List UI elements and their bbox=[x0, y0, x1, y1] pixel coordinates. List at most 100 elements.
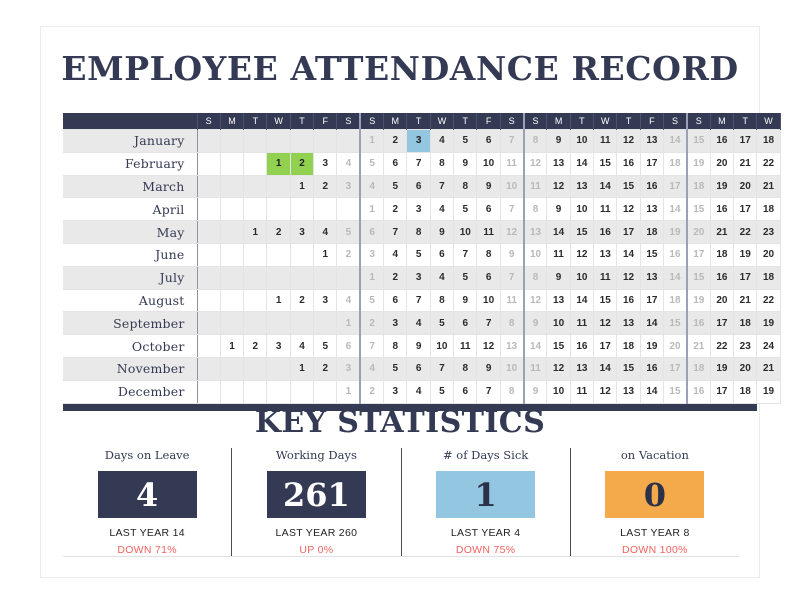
calendar-day-cell[interactable]: 15 bbox=[616, 174, 641, 199]
calendar-day-cell[interactable] bbox=[196, 242, 221, 267]
calendar-day-cell[interactable]: 15 bbox=[593, 151, 618, 176]
calendar-day-cell[interactable]: 18 bbox=[685, 356, 711, 381]
calendar-day-cell[interactable] bbox=[219, 151, 245, 176]
calendar-day-cell[interactable]: 3 bbox=[406, 129, 431, 153]
calendar-day-cell[interactable]: 14 bbox=[639, 311, 665, 336]
calendar-day-cell[interactable]: 18 bbox=[709, 242, 735, 267]
calendar-day-cell[interactable]: 3 bbox=[336, 356, 361, 381]
calendar-day-cell[interactable] bbox=[336, 197, 361, 222]
calendar-day-cell[interactable]: 7 bbox=[499, 197, 525, 222]
calendar-day-cell[interactable]: 12 bbox=[593, 379, 618, 404]
calendar-day-cell[interactable]: 8 bbox=[429, 151, 455, 176]
calendar-day-cell[interactable]: 8 bbox=[522, 129, 548, 153]
calendar-day-cell[interactable] bbox=[196, 379, 221, 404]
calendar-day-cell[interactable]: 21 bbox=[756, 174, 781, 199]
calendar-day-cell[interactable] bbox=[266, 311, 291, 336]
calendar-day-cell[interactable]: 8 bbox=[406, 220, 431, 244]
calendar-day-cell[interactable]: 12 bbox=[522, 151, 548, 176]
calendar-day-cell[interactable]: 5 bbox=[383, 174, 408, 199]
calendar-day-cell[interactable] bbox=[289, 265, 315, 290]
calendar-day-cell[interactable]: 9 bbox=[406, 334, 431, 358]
calendar-day-cell[interactable]: 12 bbox=[616, 197, 641, 222]
calendar-day-cell[interactable]: 1 bbox=[266, 151, 291, 176]
calendar-day-cell[interactable]: 20 bbox=[733, 356, 758, 381]
calendar-day-cell[interactable]: 17 bbox=[733, 197, 758, 222]
calendar-day-cell[interactable]: 18 bbox=[733, 311, 758, 336]
calendar-day-cell[interactable] bbox=[219, 356, 245, 381]
calendar-day-cell[interactable]: 14 bbox=[593, 356, 618, 381]
calendar-day-cell[interactable]: 1 bbox=[359, 197, 385, 222]
calendar-day-cell[interactable]: 6 bbox=[336, 334, 361, 358]
calendar-day-cell[interactable] bbox=[219, 129, 245, 153]
calendar-day-cell[interactable] bbox=[313, 197, 338, 222]
calendar-day-cell[interactable]: 6 bbox=[406, 356, 431, 381]
calendar-day-cell[interactable]: 17 bbox=[639, 151, 665, 176]
calendar-day-cell[interactable]: 5 bbox=[336, 220, 361, 244]
calendar-day-cell[interactable]: 13 bbox=[546, 288, 571, 313]
calendar-day-cell[interactable]: 5 bbox=[453, 129, 478, 153]
calendar-day-cell[interactable]: 11 bbox=[453, 334, 478, 358]
calendar-day-cell[interactable] bbox=[266, 242, 291, 267]
calendar-day-cell[interactable]: 24 bbox=[756, 334, 781, 358]
calendar-day-cell[interactable] bbox=[196, 311, 221, 336]
calendar-day-cell[interactable]: 20 bbox=[685, 220, 711, 244]
calendar-day-cell[interactable]: 14 bbox=[616, 242, 641, 267]
calendar-day-cell[interactable]: 11 bbox=[593, 265, 618, 290]
calendar-day-cell[interactable]: 10 bbox=[522, 242, 548, 267]
calendar-day-cell[interactable]: 4 bbox=[429, 197, 455, 222]
calendar-day-cell[interactable] bbox=[243, 356, 268, 381]
calendar-day-cell[interactable]: 10 bbox=[453, 220, 478, 244]
calendar-day-cell[interactable]: 15 bbox=[569, 220, 595, 244]
calendar-day-cell[interactable]: 8 bbox=[429, 288, 455, 313]
calendar-day-cell[interactable] bbox=[266, 265, 291, 290]
calendar-day-cell[interactable]: 16 bbox=[709, 265, 735, 290]
calendar-day-cell[interactable]: 7 bbox=[499, 265, 525, 290]
calendar-day-cell[interactable] bbox=[196, 151, 221, 176]
calendar-day-cell[interactable]: 19 bbox=[685, 288, 711, 313]
calendar-day-cell[interactable]: 8 bbox=[453, 356, 478, 381]
calendar-day-cell[interactable]: 13 bbox=[639, 197, 665, 222]
calendar-day-cell[interactable]: 2 bbox=[289, 288, 315, 313]
calendar-day-cell[interactable]: 16 bbox=[709, 197, 735, 222]
calendar-day-cell[interactable] bbox=[243, 311, 268, 336]
calendar-day-cell[interactable]: 8 bbox=[522, 265, 548, 290]
calendar-day-cell[interactable]: 21 bbox=[709, 220, 735, 244]
calendar-day-cell[interactable]: 4 bbox=[313, 220, 338, 244]
calendar-day-cell[interactable] bbox=[196, 197, 221, 222]
calendar-day-cell[interactable]: 9 bbox=[453, 151, 478, 176]
calendar-day-cell[interactable]: 7 bbox=[406, 151, 431, 176]
calendar-day-cell[interactable]: 3 bbox=[313, 151, 338, 176]
calendar-day-cell[interactable]: 3 bbox=[313, 288, 338, 313]
calendar-day-cell[interactable] bbox=[266, 174, 291, 199]
calendar-day-cell[interactable]: 4 bbox=[336, 288, 361, 313]
calendar-day-cell[interactable] bbox=[266, 356, 291, 381]
calendar-day-cell[interactable]: 12 bbox=[616, 265, 641, 290]
calendar-day-cell[interactable]: 6 bbox=[476, 197, 501, 222]
calendar-day-cell[interactable]: 4 bbox=[383, 242, 408, 267]
calendar-day-cell[interactable]: 9 bbox=[429, 220, 455, 244]
calendar-day-cell[interactable]: 1 bbox=[266, 288, 291, 313]
calendar-day-cell[interactable]: 14 bbox=[522, 334, 548, 358]
calendar-day-cell[interactable]: 13 bbox=[616, 379, 641, 404]
calendar-day-cell[interactable] bbox=[196, 129, 221, 153]
calendar-day-cell[interactable]: 18 bbox=[685, 174, 711, 199]
calendar-day-cell[interactable]: 10 bbox=[546, 379, 571, 404]
calendar-day-cell[interactable]: 11 bbox=[569, 379, 595, 404]
calendar-day-cell[interactable]: 11 bbox=[546, 242, 571, 267]
calendar-day-cell[interactable]: 5 bbox=[313, 334, 338, 358]
calendar-day-cell[interactable]: 8 bbox=[499, 311, 525, 336]
calendar-day-cell[interactable]: 22 bbox=[756, 288, 781, 313]
calendar-day-cell[interactable]: 9 bbox=[499, 242, 525, 267]
calendar-day-cell[interactable] bbox=[243, 265, 268, 290]
calendar-day-cell[interactable]: 16 bbox=[663, 242, 688, 267]
calendar-day-cell[interactable] bbox=[266, 197, 291, 222]
calendar-day-cell[interactable]: 8 bbox=[383, 334, 408, 358]
calendar-day-cell[interactable]: 8 bbox=[522, 197, 548, 222]
calendar-day-cell[interactable]: 1 bbox=[289, 356, 315, 381]
calendar-day-cell[interactable]: 8 bbox=[476, 242, 501, 267]
calendar-day-cell[interactable]: 10 bbox=[476, 151, 501, 176]
calendar-day-cell[interactable]: 20 bbox=[733, 174, 758, 199]
calendar-day-cell[interactable]: 13 bbox=[593, 242, 618, 267]
calendar-day-cell[interactable]: 5 bbox=[453, 197, 478, 222]
calendar-day-cell[interactable]: 10 bbox=[569, 129, 595, 153]
